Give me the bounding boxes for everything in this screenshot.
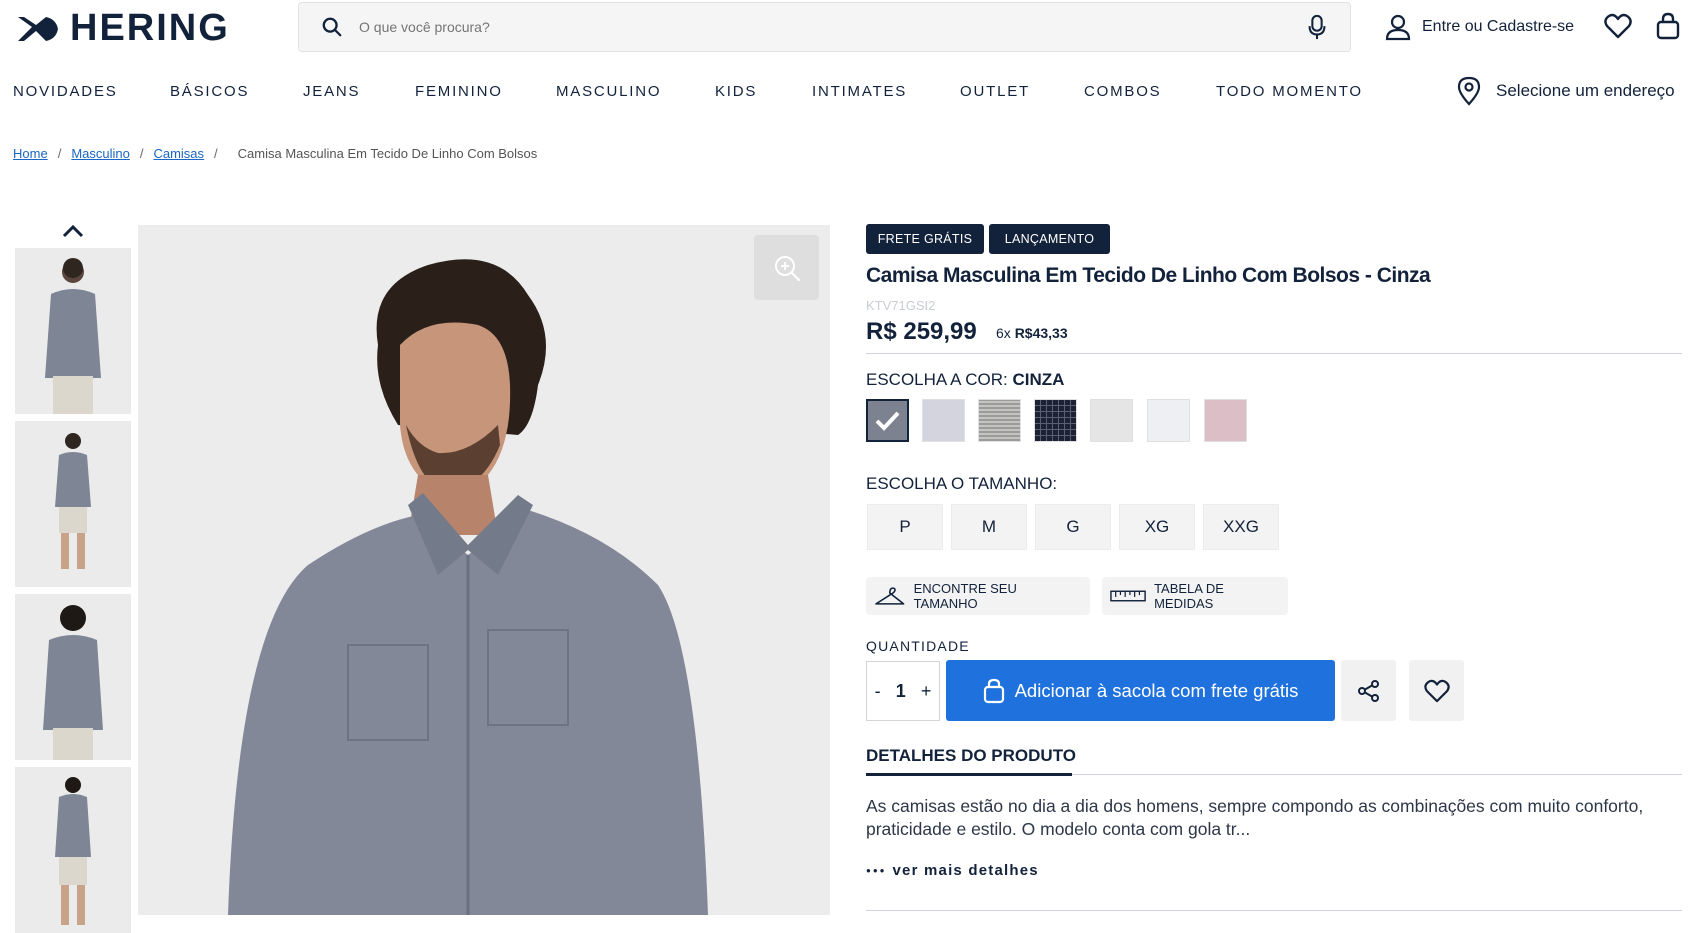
bag-icon (983, 678, 1004, 703)
product-main-image[interactable] (138, 225, 830, 915)
nav-item-outlet[interactable]: OUTLET (960, 83, 1030, 100)
product-sku: KTV71GSI2 (866, 298, 936, 313)
add-to-bag-button[interactable]: Adicionar à sacola com frete grátis (946, 660, 1335, 721)
free-shipping-badge: FRETE GRÁTIS (866, 224, 984, 254)
wishlist-heart-icon[interactable] (1604, 13, 1632, 39)
installment-value: R$43,33 (1014, 325, 1068, 341)
active-tab-indicator (866, 773, 1072, 776)
main-nav: NOVIDADES BÁSICOS JEANS FEMININO MASCULI… (0, 80, 1692, 104)
product-thumbnail-2[interactable] (15, 421, 131, 587)
color-swatch-6[interactable] (1147, 399, 1190, 442)
nav-item-novidades[interactable]: NOVIDADES (13, 83, 118, 100)
favorite-button[interactable] (1409, 660, 1464, 721)
size-button-g[interactable]: G (1035, 504, 1111, 550)
size-button-xg[interactable]: XG (1119, 504, 1195, 550)
size-label: ESCOLHA O TAMANHO: (866, 474, 1058, 493)
product-thumbnail-image (15, 767, 131, 933)
check-icon (875, 411, 900, 431)
add-to-bag-label: Adicionar à sacola com frete grátis (1014, 679, 1299, 701)
size-table-button[interactable]: TABELA DE MEDIDAS (1102, 577, 1288, 615)
zoom-button[interactable] (754, 235, 819, 300)
breadcrumb-separator: / (214, 146, 218, 161)
nav-item-masculino[interactable]: MASCULINO (556, 83, 661, 100)
user-icon (1385, 14, 1411, 41)
nav-item-kids[interactable]: KIDS (715, 83, 757, 100)
chevron-up-icon[interactable] (60, 222, 86, 240)
color-label-text: ESCOLHA A COR: (866, 370, 1008, 389)
hering-fish-icon (18, 16, 58, 41)
divider (866, 910, 1682, 911)
size-button-m[interactable]: M (951, 504, 1027, 550)
find-size-button[interactable]: ENCONTRE SEU TAMANHO (866, 577, 1090, 615)
shopping-bag-icon[interactable] (1656, 12, 1680, 40)
find-size-label: ENCONTRE SEU TAMANHO (913, 581, 1017, 611)
quantity-label: QUANTIDADE (866, 638, 970, 654)
microphone-icon[interactable] (1306, 14, 1328, 40)
product-thumbnail-image (15, 594, 131, 760)
see-more-label: ver mais detalhes (892, 862, 1039, 879)
ruler-icon (1110, 590, 1146, 602)
product-photo (138, 225, 830, 915)
breadcrumb-masculino[interactable]: Masculino (71, 146, 130, 161)
quantity-minus-button[interactable]: - (875, 681, 881, 702)
tab-product-details[interactable]: DETALHES DO PRODUTO (866, 746, 1076, 766)
breadcrumb-separator: / (139, 146, 144, 161)
more-dots-icon: ●●● (866, 866, 887, 875)
color-label: ESCOLHA A COR: CINZA (866, 370, 1064, 390)
product-title: Camisa Masculina Em Tecido De Linho Com … (866, 264, 1431, 287)
zoom-in-icon (774, 255, 800, 281)
breadcrumb-camisas[interactable]: Camisas (153, 146, 204, 161)
nav-item-basicos[interactable]: BÁSICOS (170, 83, 249, 100)
account-link[interactable]: Entre ou Cadastre-se (1384, 13, 1574, 41)
size-table-label: TABELA DE MEDIDAS (1154, 581, 1224, 611)
brand-name: HERING (70, 7, 230, 49)
hanger-icon (875, 587, 905, 605)
share-icon (1357, 679, 1379, 702)
size-button-p[interactable]: P (867, 504, 943, 550)
quantity-value: 1 (895, 680, 906, 701)
color-swatch-7[interactable] (1204, 399, 1247, 442)
nav-item-jeans[interactable]: JEANS (303, 83, 360, 100)
search-icon[interactable] (321, 16, 343, 38)
breadcrumb: Home / Masculino / Camisas / Camisa Masc… (13, 146, 537, 161)
see-more-details-link[interactable]: ●●● ver mais detalhes (866, 862, 1039, 879)
product-description: As camisas estão no dia a dia dos homens… (866, 796, 1644, 839)
nav-item-todo-momento[interactable]: TODO MOMENTO (1216, 83, 1363, 100)
breadcrumb-current: Camisa Masculina Em Tecido De Linho Com … (237, 146, 538, 161)
installment-count: 6x (996, 325, 1011, 341)
heart-icon (1423, 679, 1450, 702)
breadcrumb-home[interactable]: Home (13, 146, 48, 161)
header: HERING Entre ou Cadastre-se (0, 0, 1692, 60)
nav-item-combos[interactable]: COMBOS (1084, 83, 1161, 100)
product-thumbnail-image (15, 421, 131, 587)
quantity-stepper[interactable]: - 1 + (866, 661, 940, 721)
selected-color-name: CINZA (1012, 370, 1065, 389)
divider (866, 353, 1682, 354)
color-swatch-2[interactable] (922, 399, 965, 442)
color-swatch-cinza[interactable] (866, 399, 909, 442)
color-swatch-3[interactable] (978, 399, 1021, 442)
color-swatch-5[interactable] (1090, 399, 1133, 442)
brand-logo[interactable]: HERING (16, 7, 230, 50)
product-thumbnail-3[interactable] (15, 594, 131, 760)
size-button-xxg[interactable]: XXG (1203, 504, 1279, 550)
color-swatch-4[interactable] (1034, 399, 1077, 442)
breadcrumb-separator: / (57, 146, 62, 161)
new-release-badge: LANÇAMENTO (989, 224, 1110, 254)
nav-item-intimates[interactable]: INTIMATES (812, 83, 907, 100)
nav-item-feminino[interactable]: FEMININO (415, 83, 503, 100)
account-label: Entre ou Cadastre-se (1422, 18, 1575, 35)
quantity-plus-button[interactable]: + (921, 681, 932, 702)
product-price: R$ 259,99 (866, 318, 977, 345)
search-input[interactable] (359, 19, 1306, 35)
search-bar[interactable] (298, 2, 1351, 52)
product-thumbnail-4[interactable] (15, 767, 131, 933)
location-pin-icon (1457, 76, 1481, 106)
address-selector[interactable]: Selecione um endereço (1456, 76, 1675, 106)
address-label: Selecione um endereço (1496, 81, 1675, 100)
product-thumbnail-1[interactable] (15, 248, 131, 414)
product-thumbnail-image (15, 248, 131, 414)
share-button[interactable] (1341, 660, 1396, 721)
installment-info: 6x R$43,33 (996, 325, 1068, 341)
